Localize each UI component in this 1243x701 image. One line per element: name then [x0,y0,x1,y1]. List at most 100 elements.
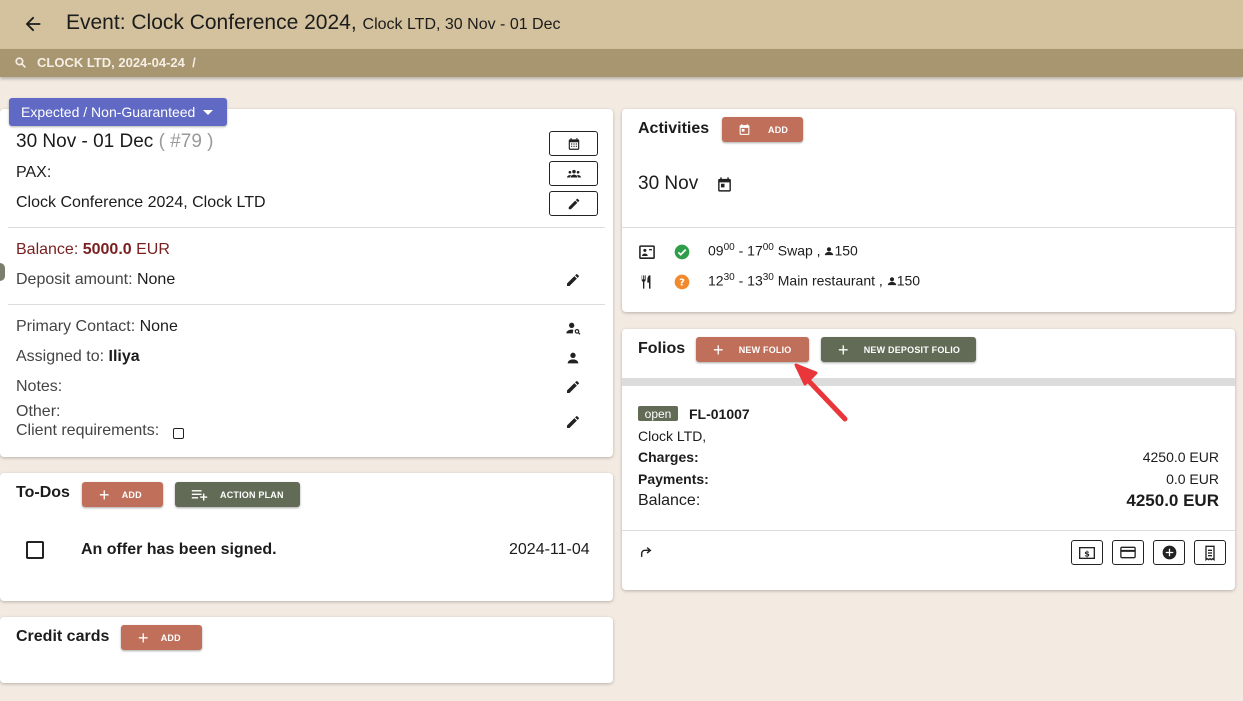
event-number: ( #79 ) [158,131,214,152]
todos-title: To-Dos [16,484,70,501]
assigned-value: Iliya [108,348,140,365]
status-dropdown[interactable]: Expected / Non-Guaranteed [9,98,227,126]
new-folio-label: NEW FOLIO [738,344,792,355]
invoice-button[interactable] [1194,540,1226,565]
top-bar: Event: Clock Conference 2024, Clock LTD,… [0,0,1243,49]
back-arrow-icon[interactable] [22,13,44,35]
person-icon [825,246,834,255]
client-requirements-checkbox[interactable] [173,428,184,439]
payment-button[interactable] [1112,540,1144,565]
balance-value: 5000.0 [82,241,132,258]
todos-card: To-Dos + ADD ACTION PLAN An offer has bee… [0,473,613,601]
client-requirements-label: Client requirements: [16,422,160,439]
edit-event-button[interactable] [549,191,598,216]
participants-button[interactable] [549,161,598,186]
event-dates: 30 Nov - 01 Dec [16,131,154,152]
folio-company: Clock LTD, [638,428,707,444]
deposit-line: Deposit amount: None [16,271,175,289]
activity-row[interactable]: 0900 - 1700 Swap , 150 [708,242,858,259]
folios-title: Folios [638,340,686,357]
event-title: Event: Clock Conference 2024, [66,11,357,34]
activity-start-minute: 30 [723,272,735,283]
plus-icon: + [99,484,110,505]
payments-label: Payments: [638,471,709,487]
calendar-button[interactable] [549,131,598,156]
activity-location: Swap , [777,242,821,259]
primary-contact-label: Primary Contact: [16,318,136,335]
divider [8,227,605,228]
activity-start-hour: 12 [708,272,724,289]
presentation-icon [639,245,655,259]
forward-arrow-icon[interactable] [639,546,653,559]
todo-text: An offer has been signed. [81,541,277,558]
add-activity-button[interactable]: ADD [722,117,803,142]
calendar-icon [568,137,579,150]
credit-card-icon [1120,546,1136,559]
add-todo-button[interactable]: + ADD [82,482,163,507]
activity-row[interactable]: 1230 - 1330 Main restaurant , 150 [708,272,920,289]
activity-location: Main restaurant , [777,272,883,289]
balance-line: Balance: 5000.0 EUR [16,241,170,259]
pencil-icon [568,198,579,209]
svg-text:$: $ [1084,549,1090,558]
breadcrumb-path[interactable]: CLOCK LTD, 2024-04-24 / [37,55,196,70]
plus-icon: + [713,339,724,360]
add-item-button[interactable] [1153,540,1185,565]
breadcrumb-separator: / [192,55,196,70]
add-credit-card-label: ADD [160,632,181,643]
activity-start-hour: 09 [708,242,724,259]
activity-pax: 150 [834,242,858,259]
pax-label: PAX: [16,164,52,181]
event-dates-line: 30 Nov - 01 Dec ( #79 ) [16,131,214,153]
add-credit-card-button[interactable]: + ADD [121,625,202,650]
question-circle-icon: ? [674,274,690,290]
assigned-label: Assigned to: [16,348,105,365]
chevron-down-icon [203,110,213,115]
primary-contact-value: None [139,318,178,335]
person-icon[interactable] [565,350,581,366]
charges-value: 4250.0 EUR [1142,449,1219,465]
activity-end-minute: 30 [762,272,774,283]
assigned-line: Assigned to: Iliya [16,348,140,366]
edit-other-pencil-icon[interactable] [565,414,581,430]
payments-value: 0.0 EUR [1166,471,1219,487]
event-subtitle: Clock LTD, 30 Nov - 01 Dec [362,16,561,33]
event-name: Clock Conference 2024, Clock LTD [16,194,266,211]
svg-text:?: ? [679,278,685,289]
calendar-event-icon [739,124,750,135]
check-circle-icon [674,244,690,260]
breadcrumb-item[interactable]: CLOCK LTD, 2024-04-24 [37,55,185,70]
charge-button[interactable]: $ [1071,540,1103,565]
event-details-card: 30 Nov - 01 Dec ( #79 ) PAX: Clock Confe… [0,109,613,457]
divider [622,227,1235,228]
credit-cards-title: Credit cards [16,628,110,645]
other-label: Other: [16,403,61,420]
folio-balance-value: 4250.0 EUR [1126,491,1219,510]
balance-currency: EUR [136,241,170,258]
annotation-arrow-icon [794,363,848,422]
status-label: Expected / Non-Guaranteed [21,104,196,120]
search-contact-icon[interactable] [565,320,581,336]
divider [8,304,605,305]
deposit-value: None [136,271,176,288]
todo-checkbox[interactable] [26,541,44,559]
new-deposit-folio-label: NEW DEPOSIT FOLIO [863,344,961,355]
person-icon [887,276,896,285]
activity-end-hour: 13 [747,272,763,289]
money-icon: $ [1079,546,1095,559]
plus-icon: + [138,627,149,648]
folio-id[interactable]: FL-01007 [689,406,750,422]
calendar-icon[interactable] [716,176,733,193]
edit-notes-pencil-icon[interactable] [565,379,581,395]
breadcrumb: CLOCK LTD, 2024-04-24 / [0,49,1243,77]
activity-date: 30 Nov [638,173,699,194]
receipt-icon [1205,545,1215,561]
folio-separator [622,378,1235,386]
action-plan-button[interactable]: ACTION PLAN [175,482,300,507]
add-todo-label: ADD [121,489,142,500]
side-handle[interactable] [0,263,5,281]
add-activity-label: ADD [768,124,789,135]
edit-deposit-pencil-icon[interactable] [565,272,581,288]
folio-status-badge: open [638,406,678,421]
search-icon[interactable] [14,56,27,69]
